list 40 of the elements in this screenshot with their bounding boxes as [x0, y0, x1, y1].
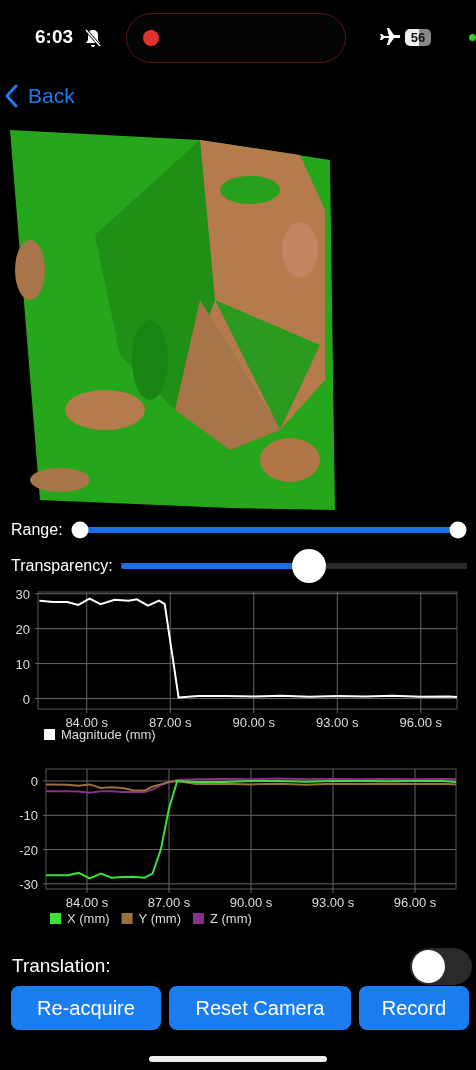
legend-label: Magnitude (mm) — [61, 727, 156, 742]
x-tick-label: 84.00 s — [65, 715, 109, 730]
action-button[interactable]: Record — [359, 986, 469, 1030]
toggle-label: Translation: — [12, 955, 111, 977]
y-tick-label: 0 — [30, 774, 38, 789]
legend-label: X (mm) — [67, 911, 110, 926]
slider-label: Range: — [11, 521, 63, 539]
action-button[interactable]: Re-acquire — [11, 986, 161, 1030]
airplane-icon — [378, 27, 400, 47]
chevron-left-icon — [4, 84, 18, 108]
y-tick-label: -30 — [19, 876, 38, 892]
action-button[interactable]: Reset Camera — [169, 986, 351, 1030]
x-tick-label: 96.00 s — [393, 895, 437, 910]
y-tick-label: 20 — [15, 621, 30, 637]
back-button[interactable]: Back — [4, 84, 75, 108]
x-tick-label: 90.00 s — [232, 715, 276, 730]
translation-toggle[interactable] — [410, 947, 472, 985]
slider-thumb[interactable] — [292, 549, 327, 583]
status-time: 6:03 — [35, 26, 74, 48]
slider-thumb[interactable] — [71, 521, 89, 539]
x-tick-label: 96.00 s — [399, 715, 443, 730]
muted-bell-icon — [84, 28, 102, 48]
x-tick-label: 93.00 s — [315, 715, 359, 730]
x-tick-label: 84.00 s — [65, 895, 109, 910]
y-tick-label: 30 — [15, 586, 30, 602]
x-tick-label: 90.00 s — [229, 895, 273, 910]
x-tick-label: 87.00 s — [148, 715, 192, 730]
battery-level: 56 — [405, 29, 431, 46]
camera-dot — [469, 34, 476, 41]
legend-label: Y (mm) — [138, 911, 181, 926]
slider-label: Transparency: — [11, 557, 113, 575]
x-tick-label: 93.00 s — [311, 895, 355, 910]
y-tick-label: -20 — [19, 842, 38, 858]
range-slider[interactable] — [70, 521, 467, 539]
y-tick-label: 0 — [22, 691, 30, 707]
slider-thumb[interactable] — [449, 521, 467, 539]
x-tick-label: 87.00 s — [147, 895, 191, 910]
legend-label: Z (mm) — [210, 911, 252, 926]
y-tick-label: -10 — [19, 808, 38, 824]
y-tick-label: 10 — [15, 656, 30, 672]
